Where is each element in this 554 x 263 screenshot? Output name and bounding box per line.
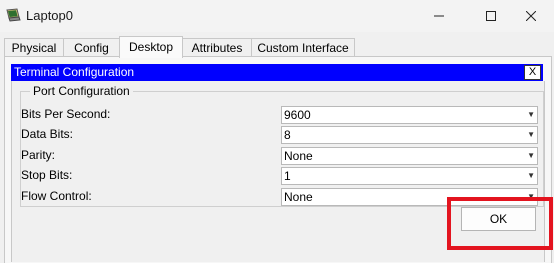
tab-config[interactable]: Config [63, 38, 120, 57]
tab-custom-interface[interactable]: Custom Interface [251, 38, 355, 57]
tab-strip: Physical Config Desktop Attributes Custo… [0, 36, 554, 58]
minimize-button[interactable] [416, 0, 462, 32]
highlight-box [447, 197, 553, 250]
data-bits-label: Data Bits: [21, 127, 74, 141]
data-bits-select[interactable]: 8 ▼ [281, 126, 538, 144]
dialog-close-button[interactable]: X [524, 65, 541, 80]
chevron-down-icon: ▼ [527, 171, 535, 180]
parity-select[interactable]: None ▼ [281, 147, 538, 165]
tab-desktop[interactable]: Desktop [119, 36, 183, 58]
chevron-down-icon: ▼ [527, 151, 535, 160]
minimize-icon [434, 15, 444, 17]
tab-physical[interactable]: Physical [4, 38, 64, 57]
flow-control-value: None [284, 190, 313, 204]
bits-per-second-value: 9600 [284, 108, 311, 122]
parity-value: None [284, 149, 313, 163]
stop-bits-value: 1 [284, 169, 291, 183]
dialog-title: Terminal Configuration [14, 65, 135, 79]
parity-label: Parity: [21, 148, 56, 162]
terminal-config-header: Terminal Configuration X [11, 64, 543, 81]
close-icon [526, 11, 536, 21]
data-bits-value: 8 [284, 128, 291, 142]
chevron-down-icon: ▼ [527, 130, 535, 139]
stop-bits-select[interactable]: 1 ▼ [281, 167, 538, 185]
tab-attributes[interactable]: Attributes [182, 38, 252, 57]
bits-per-second-label: Bits Per Second: [21, 107, 111, 121]
window-title: Laptop0 [26, 8, 73, 23]
chevron-down-icon: ▼ [527, 110, 535, 119]
flow-control-label: Flow Control: [21, 189, 92, 203]
stop-bits-label: Stop Bits: [21, 168, 73, 182]
bits-per-second-select[interactable]: 9600 ▼ [281, 106, 538, 124]
maximize-icon [486, 11, 496, 21]
port-configuration-title: Port Configuration [30, 84, 133, 98]
window-close-button[interactable] [508, 0, 554, 32]
title-bar: Laptop0 [0, 0, 554, 32]
laptop-icon [6, 8, 21, 22]
